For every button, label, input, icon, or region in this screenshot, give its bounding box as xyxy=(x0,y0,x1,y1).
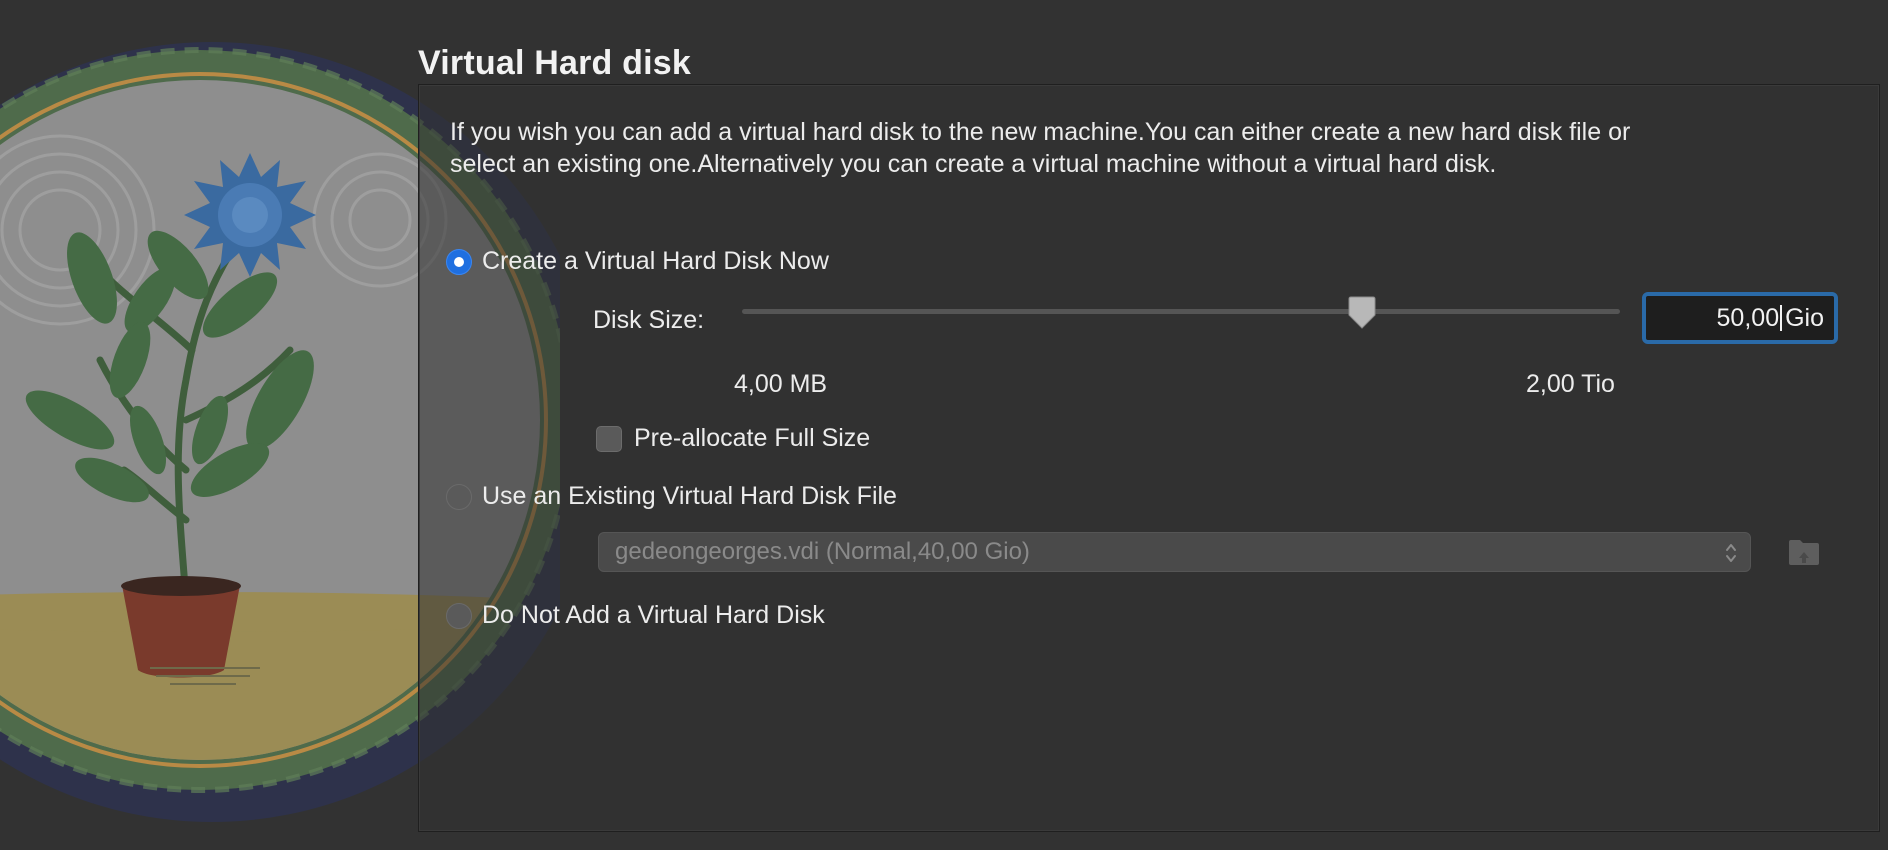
chevron-up-down-icon xyxy=(1726,544,1736,562)
disk-size-max-label: 2,00 Tio xyxy=(1526,370,1615,398)
choose-disk-file-button[interactable] xyxy=(1786,534,1822,570)
disk-size-slider[interactable] xyxy=(742,296,1620,330)
disk-size-value[interactable]: 50,00 xyxy=(1717,304,1780,333)
page-title: Virtual Hard disk xyxy=(418,44,691,82)
create-now-label: Create a Virtual Hard Disk Now xyxy=(482,247,829,275)
preallocate-label: Pre-allocate Full Size xyxy=(634,424,871,452)
slider-thumb-icon xyxy=(1348,296,1376,329)
create-now-radio[interactable] xyxy=(446,248,472,275)
text-caret xyxy=(1780,305,1783,331)
use-existing-option[interactable]: Use an Existing Virtual Hard Disk File xyxy=(446,482,897,511)
preallocate-option[interactable]: Pre-allocate Full Size xyxy=(596,424,870,453)
existing-disk-select-value: gedeongeorges.vdi (Normal,40,00 Gio) xyxy=(615,538,1030,565)
preallocate-checkbox[interactable] xyxy=(596,425,622,452)
disk-size-slider-track[interactable] xyxy=(742,309,1620,314)
do-not-add-label: Do Not Add a Virtual Hard Disk xyxy=(482,601,825,629)
use-existing-label: Use an Existing Virtual Hard Disk File xyxy=(482,482,897,510)
page-description: If you wish you can add a virtual hard d… xyxy=(450,118,1631,178)
do-not-add-option[interactable]: Do Not Add a Virtual Hard Disk xyxy=(446,601,825,630)
existing-disk-select[interactable]: gedeongeorges.vdi (Normal,40,00 Gio) xyxy=(598,532,1751,572)
folder-icon xyxy=(1789,540,1819,565)
use-existing-radio[interactable] xyxy=(446,483,472,510)
disk-size-min-label: 4,00 MB xyxy=(734,370,828,398)
virtual-hard-disk-page: Virtual Hard disk If you wish you can ad… xyxy=(0,0,1888,850)
disk-size-label: Disk Size: xyxy=(593,306,705,334)
hard-disk-group-box xyxy=(418,84,1880,832)
create-now-option[interactable]: Create a Virtual Hard Disk Now xyxy=(446,247,829,276)
disk-size-unit: Gio xyxy=(1785,303,1824,332)
disk-size-slider-thumb[interactable] xyxy=(1347,296,1377,330)
disk-size-field[interactable]: 50,00 Gio xyxy=(1642,292,1838,344)
do-not-add-radio[interactable] xyxy=(446,602,472,629)
